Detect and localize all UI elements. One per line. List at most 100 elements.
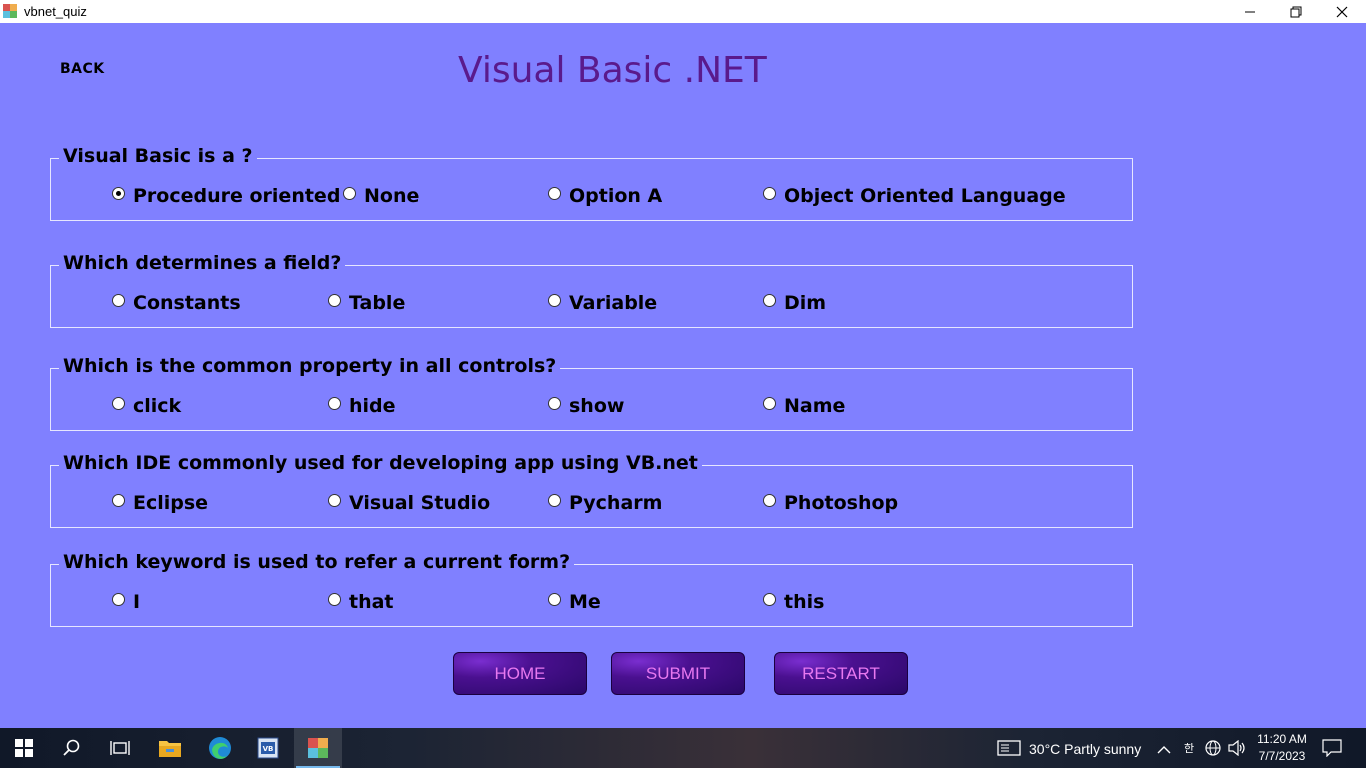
option-radio[interactable]: Option A [548, 185, 662, 207]
radio-button[interactable] [328, 293, 341, 307]
taskbar: VB 30°C Partly sunny 한 [0, 728, 1366, 768]
option-label: click [133, 395, 182, 417]
option-label: hide [349, 395, 396, 417]
option-radio[interactable]: Constants [112, 292, 241, 314]
radio-button[interactable] [763, 493, 776, 507]
edge-icon [209, 737, 231, 759]
question-text: Visual Basic is a ? [59, 145, 257, 167]
option-label: Constants [133, 292, 241, 314]
question-text: Which keyword is used to refer a current… [59, 551, 575, 573]
task-view-button[interactable] [96, 728, 144, 768]
radio-button[interactable] [763, 592, 776, 606]
windows-start-button[interactable] [0, 728, 48, 768]
option-radio[interactable]: that [328, 591, 394, 613]
weather-widget[interactable] [997, 740, 1021, 760]
option-radio[interactable]: Pycharm [548, 492, 662, 514]
speaker-icon [1228, 739, 1245, 757]
input-method-button[interactable]: 한 [1180, 740, 1198, 760]
task-view-icon [110, 741, 130, 755]
option-radio[interactable]: Name [763, 395, 845, 417]
option-label: I [133, 591, 141, 613]
radio-button[interactable] [328, 493, 341, 507]
quiz-form: BACK Visual Basic .NET Visual Basic is a… [0, 23, 1366, 728]
radio-button[interactable] [763, 186, 776, 200]
option-radio[interactable]: None [343, 185, 419, 207]
window-title: vbnet_quiz [24, 4, 87, 19]
radio-button[interactable] [343, 186, 356, 200]
option-radio[interactable]: click [112, 395, 181, 417]
option-radio[interactable]: Visual Studio [328, 492, 490, 514]
option-radio[interactable]: show [548, 395, 624, 417]
radio-button[interactable] [548, 592, 561, 606]
option-label: Object Oriented Language [784, 185, 1066, 207]
radio-button[interactable] [112, 186, 125, 200]
question-text: Which IDE commonly used for developing a… [59, 452, 702, 474]
network-button[interactable] [1204, 740, 1222, 760]
weather-text[interactable]: 30°C Partly sunny [1029, 741, 1141, 757]
visual-basic-icon: VB [257, 737, 279, 759]
option-label: Photoshop [784, 492, 899, 514]
volume-button[interactable] [1228, 739, 1246, 760]
chevron-up-icon [1157, 746, 1171, 754]
radio-button[interactable] [548, 186, 561, 200]
radio-button[interactable] [548, 396, 561, 410]
clock-date: 7/7/2023 [1258, 749, 1306, 763]
windows-start-icon [15, 739, 33, 757]
visual-basic-button[interactable]: VB [244, 728, 292, 768]
question-group-5: Which keyword is used to refer a current… [50, 551, 1133, 627]
option-radio[interactable]: hide [328, 395, 396, 417]
question-group-2: Which determines a field? Constants Tabl… [50, 252, 1133, 328]
restart-button[interactable]: RESTART [774, 652, 908, 695]
back-link[interactable]: BACK [60, 61, 105, 77]
option-label: Dim [784, 292, 827, 314]
question-group-3: Which is the common property in all cont… [50, 355, 1133, 431]
radio-button[interactable] [548, 493, 561, 507]
file-explorer-button[interactable] [146, 728, 194, 768]
option-radio[interactable]: Dim [763, 292, 826, 314]
radio-button[interactable] [112, 592, 125, 606]
notifications-button[interactable] [1322, 739, 1342, 761]
option-label: Variable [569, 292, 658, 314]
svg-text:한: 한 [1184, 742, 1194, 755]
radio-button[interactable] [763, 293, 776, 307]
edge-button[interactable] [196, 728, 244, 768]
vbnet-quiz-app-button[interactable] [294, 728, 342, 768]
search-icon [63, 739, 80, 756]
option-label: that [349, 591, 394, 613]
option-label: Eclipse [133, 492, 209, 514]
close-button[interactable] [1319, 0, 1365, 23]
option-label: Pycharm [569, 492, 663, 514]
home-button[interactable]: HOME [453, 652, 587, 695]
option-radio[interactable]: Variable [548, 292, 657, 314]
option-radio[interactable]: Eclipse [112, 492, 208, 514]
question-text: Which determines a field? [59, 252, 346, 274]
option-radio[interactable]: Me [548, 591, 601, 613]
taskbar-clock[interactable]: 11:20 AM 7/7/2023 [1250, 731, 1314, 765]
option-label: Name [784, 395, 846, 417]
radio-button[interactable] [112, 493, 125, 507]
question-group-1: Visual Basic is a ? Procedure oriented N… [50, 145, 1133, 221]
show-hidden-icons-button[interactable] [1157, 741, 1171, 760]
search-button[interactable] [48, 728, 96, 768]
option-radio[interactable]: Photoshop [763, 492, 898, 514]
option-radio[interactable]: I [112, 591, 140, 613]
option-radio[interactable]: Table [328, 292, 405, 314]
option-label: None [364, 185, 420, 207]
radio-button[interactable] [328, 396, 341, 410]
question-text: Which is the common property in all cont… [59, 355, 561, 377]
submit-button[interactable]: SUBMIT [611, 652, 745, 695]
minimize-icon [1245, 11, 1255, 12]
option-radio[interactable]: Object Oriented Language [763, 185, 1066, 207]
radio-button[interactable] [548, 293, 561, 307]
radio-button[interactable] [328, 592, 341, 606]
option-radio[interactable]: this [763, 591, 824, 613]
restore-button[interactable] [1273, 0, 1319, 23]
radio-button[interactable] [112, 396, 125, 410]
clock-time: 11:20 AM [1257, 732, 1307, 746]
radio-button[interactable] [763, 396, 776, 410]
option-radio[interactable]: Procedure oriented [112, 185, 340, 207]
option-label: Visual Studio [349, 492, 491, 514]
radio-button[interactable] [112, 293, 125, 307]
minimize-button[interactable] [1227, 0, 1273, 23]
option-label: Option A [569, 185, 663, 207]
